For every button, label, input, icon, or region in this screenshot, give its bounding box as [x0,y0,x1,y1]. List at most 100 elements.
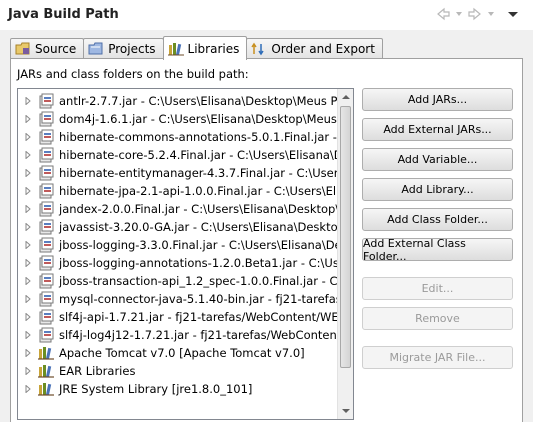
view-menu-icon[interactable] [505,6,521,22]
expand-arrow-icon[interactable] [18,236,38,254]
migrate-jar-file-button[interactable]: Migrate JAR File... [362,346,513,369]
tree-rows: antlr-2.7.7.jar - C:\Users\Elisana\Deskt… [18,89,338,398]
scroll-up-arrow-icon[interactable] [338,89,353,105]
expand-arrow-icon[interactable] [18,308,38,326]
jar-tree-item[interactable]: hibernate-core-5.2.4.Final.jar - C:\User… [18,146,338,164]
add-jars-button[interactable]: Add JARs... [362,88,513,111]
tree-item-label: hibernate-jpa-2.1-api-1.0.0.Final.jar - … [59,184,338,198]
tab-order-and-export-label: Order and Export [271,42,375,56]
tab-source[interactable]: Source [10,38,85,59]
jar-tree-item[interactable]: slf4j-api-1.7.21.jar - fj21-tarefas/WebC… [18,308,338,326]
jar-icon [38,129,54,145]
header: Java Build Path [0,0,533,30]
tree-item-label: jboss-logging-annotations-1.2.0.Beta1.ja… [59,256,338,270]
tree-item-label: JRE System Library [jre1.8.0_101] [59,382,253,396]
forward-icon[interactable] [467,6,483,22]
back-icon[interactable] [435,6,451,22]
tree-item-label: hibernate-core-5.2.4.Final.jar - C:\User… [59,148,338,162]
tree-item-label: hibernate-entitymanager-4.3.7.Final.jar … [59,166,338,180]
jar-tree-item[interactable]: jboss-transaction-api_1.2_spec-1.0.0.Fin… [18,272,338,290]
jar-tree-item[interactable]: javassist-3.20.0-GA.jar - C:\Users\Elisa… [18,218,338,236]
tree-item-label: jboss-transaction-api_1.2_spec-1.0.0.Fin… [59,274,338,288]
forward-dropdown-icon[interactable] [487,6,495,22]
order-export-icon [251,42,267,56]
tab-strip: Source Projects Libraries Order and Expo… [10,36,383,60]
library-tree-item[interactable]: EAR Libraries [18,362,338,380]
jar-tree-item[interactable]: jboss-logging-3.3.0.Final.jar - C:\Users… [18,236,338,254]
expand-arrow-icon[interactable] [18,182,38,200]
library-tree-item[interactable]: JRE System Library [jre1.8.0_101] [18,380,338,398]
jar-tree-item[interactable]: antlr-2.7.7.jar - C:\Users\Elisana\Deskt… [18,92,338,110]
jar-icon [38,147,54,163]
tree-item-label: jandex-2.0.0.Final.jar - C:\Users\Elisan… [59,202,338,216]
navigation-buttons [435,6,521,22]
tab-libraries[interactable]: Libraries [162,36,248,60]
expand-arrow-icon[interactable] [18,92,38,110]
scroll-thumb[interactable] [340,106,351,368]
vertical-scrollbar[interactable] [337,89,353,419]
tree-item-label: antlr-2.7.7.jar - C:\Users\Elisana\Deskt… [59,94,338,108]
jar-icon [38,165,54,181]
library-icon [38,345,54,361]
expand-arrow-icon[interactable] [18,362,38,380]
add-library-button[interactable]: Add Library... [362,178,513,201]
remove-button[interactable]: Remove [362,307,513,330]
jar-icon [38,291,54,307]
edit-button[interactable]: Edit... [362,277,513,300]
tree-item-label: slf4j-log4j12-1.7.21.jar - fj21-tarefas/… [59,328,338,342]
expand-arrow-icon[interactable] [18,326,38,344]
scroll-down-arrow-icon[interactable] [338,403,353,419]
add-external-class-folder-button[interactable]: Add External Class Folder... [362,237,513,263]
expand-arrow-icon[interactable] [18,110,38,128]
jar-tree-item[interactable]: hibernate-entitymanager-4.3.7.Final.jar … [18,164,338,182]
expand-arrow-icon[interactable] [18,146,38,164]
tree-item-label: mysql-connector-java-5.1.40-bin.jar - fj… [59,292,338,306]
jar-icon [38,309,54,325]
library-icon [38,363,54,379]
jar-tree-item[interactable]: jboss-logging-annotations-1.2.0.Beta1.ja… [18,254,338,272]
expand-arrow-icon[interactable] [18,344,38,362]
jar-tree-item[interactable]: slf4j-log4j12-1.7.21.jar - fj21-tarefas/… [18,326,338,344]
tree-item-label: javassist-3.20.0-GA.jar - C:\Users\Elisa… [59,220,338,234]
expand-arrow-icon[interactable] [18,164,38,182]
add-class-folder-button[interactable]: Add Class Folder... [362,208,513,231]
jar-icon [38,183,54,199]
add-external-jars-button[interactable]: Add External JARs... [362,118,513,141]
jar-icon [38,237,54,253]
jar-icon [38,111,54,127]
jar-icon [38,93,54,109]
jar-tree-item[interactable]: hibernate-commons-annotations-5.0.1.Fina… [18,128,338,146]
tree-item-label: slf4j-api-1.7.21.jar - fj21-tarefas/WebC… [59,310,338,324]
expand-arrow-icon[interactable] [18,200,38,218]
jar-icon [38,219,54,235]
expand-arrow-icon[interactable] [18,290,38,308]
expand-arrow-icon[interactable] [18,380,38,398]
tree-item-label: hibernate-commons-annotations-5.0.1.Fina… [59,130,338,144]
jar-icon [38,327,54,343]
library-tree-item[interactable]: Apache Tomcat v7.0 [Apache Tomcat v7.0] [18,344,338,362]
tree-item-label: Apache Tomcat v7.0 [Apache Tomcat v7.0] [59,346,305,360]
expand-arrow-icon[interactable] [18,254,38,272]
jar-tree-item[interactable]: hibernate-jpa-2.1-api-1.0.0.Final.jar - … [18,182,338,200]
expand-arrow-icon[interactable] [18,272,38,290]
expand-arrow-icon[interactable] [18,128,38,146]
jar-icon [38,255,54,271]
tree-item-label: EAR Libraries [59,364,136,378]
libraries-icon [167,42,184,56]
tab-libraries-label: Libraries [187,41,240,56]
jar-tree-item[interactable]: jandex-2.0.0.Final.jar - C:\Users\Elisan… [18,200,338,218]
tree-item-label: jboss-logging-3.3.0.Final.jar - C:\Users… [59,238,338,252]
build-path-label: JARs and class folders on the build path… [17,67,249,81]
source-folder-icon [15,42,31,56]
jar-tree-item[interactable]: dom4j-1.6.1.jar - C:\Users\Elisana\Deskt… [18,110,338,128]
tab-source-label: Source [35,42,77,56]
libraries-panel: JARs and class folders on the build path… [10,58,523,422]
add-variable-button[interactable]: Add Variable... [362,148,513,171]
jar-tree-item[interactable]: mysql-connector-java-5.1.40-bin.jar - fj… [18,290,338,308]
tab-projects[interactable]: Projects [83,38,164,59]
back-dropdown-icon[interactable] [455,6,463,22]
tab-order-and-export[interactable]: Order and Export [246,38,383,59]
expand-arrow-icon[interactable] [18,218,38,236]
library-tree[interactable]: antlr-2.7.7.jar - C:\Users\Elisana\Deskt… [17,88,354,420]
jar-icon [38,273,54,289]
